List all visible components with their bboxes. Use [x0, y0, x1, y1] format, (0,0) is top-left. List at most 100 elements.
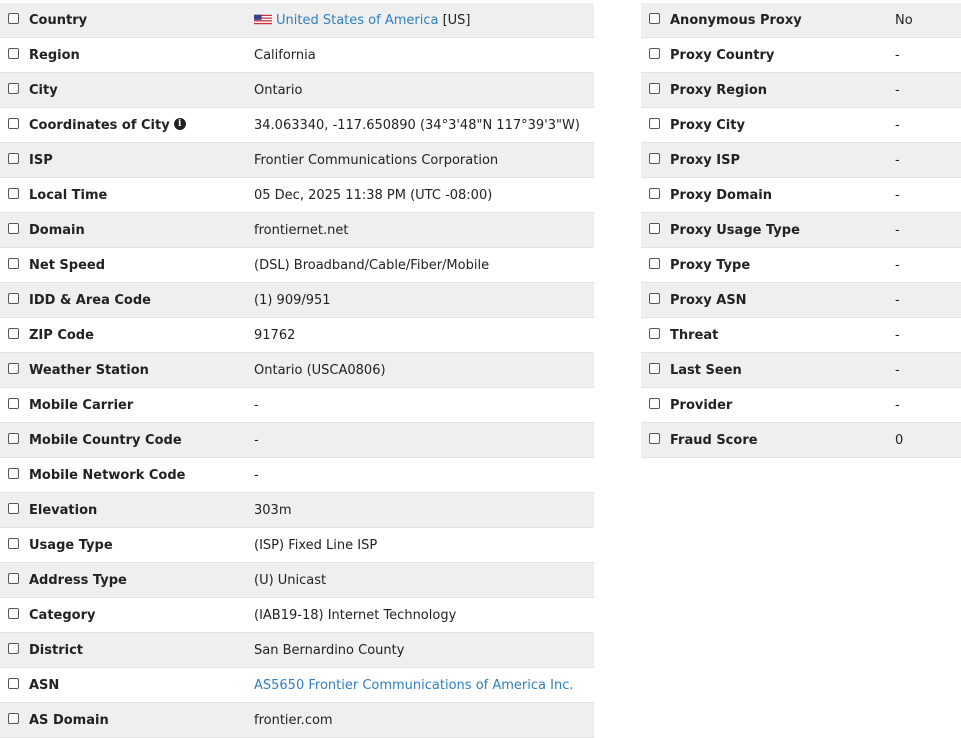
country-checkbox[interactable]	[8, 12, 19, 24]
row-value-text: -	[254, 467, 259, 483]
row-label-text: ZIP Code	[29, 327, 94, 343]
table-row-mobile-network-code: Mobile Network Code -	[0, 458, 594, 493]
usage-type-checkbox[interactable]	[8, 537, 19, 549]
table-row-address-type: Address Type (U) Unicast	[0, 563, 594, 598]
info-icon[interactable]: i	[173, 118, 186, 130]
table-row-district: District San Bernardino County	[0, 633, 594, 668]
row-value: (1) 909/951	[254, 293, 331, 308]
last-seen-checkbox[interactable]	[649, 362, 660, 374]
idd-area-code-checkbox[interactable]	[8, 292, 19, 304]
table-row-coordinates-of-city: Coordinates of City i 34.063340, -117.6508…	[0, 108, 594, 143]
threat-checkbox[interactable]	[649, 327, 660, 339]
table-row-weather-station: Weather Station Ontario (USCA0806)	[0, 353, 594, 388]
row-value-text: Frontier Communications Corporation	[254, 152, 499, 168]
provider-checkbox[interactable]	[649, 397, 660, 409]
proxy-asn-checkbox[interactable]	[649, 292, 660, 304]
table-row-as-domain: AS Domain frontier.com	[0, 703, 594, 738]
row-label: ISP	[29, 153, 254, 168]
row-value-text: -	[895, 257, 900, 273]
row-label-text: Last Seen	[670, 362, 742, 378]
proxy-city-checkbox[interactable]	[649, 117, 660, 129]
mobile-network-code-checkbox[interactable]	[8, 467, 19, 479]
proxy-type-checkbox[interactable]	[649, 257, 660, 269]
row-label-text: Category	[29, 607, 96, 623]
proxy-isp-checkbox[interactable]	[649, 152, 660, 164]
row-label: Proxy Type	[670, 258, 895, 273]
row-value-text: -	[895, 362, 900, 378]
row-value-text: -	[895, 292, 900, 308]
row-label-text: Coordinates of City	[29, 117, 170, 133]
row-value-text: frontier.com	[254, 712, 333, 728]
category-checkbox[interactable]	[8, 607, 19, 619]
row-value: frontier.com	[254, 713, 333, 728]
table-row-elevation: Elevation 303m	[0, 493, 594, 528]
row-label-text: Domain	[29, 222, 85, 238]
table-row-proxy-isp: Proxy ISP -	[641, 143, 961, 178]
row-value: -	[895, 83, 900, 98]
asn-checkbox[interactable]	[8, 677, 19, 689]
row-label: Region	[29, 48, 254, 63]
row-label: Proxy Country	[670, 48, 895, 63]
table-row-zip-code: ZIP Code 91762	[0, 318, 594, 353]
table-row-proxy-asn: Proxy ASN -	[641, 283, 961, 318]
row-label-text: Threat	[670, 327, 719, 343]
row-label: Mobile Carrier	[29, 398, 254, 413]
row-value: Ontario	[254, 83, 302, 98]
proxy-domain-checkbox[interactable]	[649, 187, 660, 199]
row-label-text: Fraud Score	[670, 432, 758, 448]
row-label: Weather Station	[29, 363, 254, 378]
city-checkbox[interactable]	[8, 82, 19, 94]
row-value-text: (U) Unicast	[254, 572, 327, 588]
row-value: -	[895, 363, 900, 378]
row-value-text: (1) 909/951	[254, 292, 331, 308]
coordinates-of-city-checkbox[interactable]	[8, 117, 19, 129]
table-row-proxy-region: Proxy Region -	[641, 73, 961, 108]
row-value-text: 303m	[254, 502, 292, 518]
row-value: No	[895, 13, 913, 28]
asn-link[interactable]: AS5650 Frontier Communications of Americ…	[254, 678, 573, 693]
domain-checkbox[interactable]	[8, 222, 19, 234]
table-row-asn: ASN AS5650 Frontier Communications of Ame…	[0, 668, 594, 703]
row-label-text: Net Speed	[29, 257, 106, 273]
proxy-usage-type-checkbox[interactable]	[649, 222, 660, 234]
mobile-country-code-checkbox[interactable]	[8, 432, 19, 444]
address-type-checkbox[interactable]	[8, 572, 19, 584]
region-checkbox[interactable]	[8, 47, 19, 59]
row-value: -	[254, 398, 259, 413]
weather-station-checkbox[interactable]	[8, 362, 19, 374]
net-speed-checkbox[interactable]	[8, 257, 19, 269]
row-value-suffix: [US]	[438, 12, 471, 28]
proxy-region-checkbox[interactable]	[649, 82, 660, 94]
row-value: -	[895, 293, 900, 308]
anonymous-proxy-checkbox[interactable]	[649, 12, 660, 24]
row-value: -	[895, 118, 900, 133]
table-row-fraud-score: Fraud Score 0	[641, 423, 961, 458]
row-value: -	[895, 258, 900, 273]
table-row-usage-type: Usage Type (ISP) Fixed Line ISP	[0, 528, 594, 563]
country-link[interactable]: United States of America	[276, 13, 438, 28]
table-row-domain: Domain frontiernet.net	[0, 213, 594, 248]
row-value: San Bernardino County	[254, 643, 404, 658]
row-value-text: California	[254, 47, 316, 63]
row-value-text: -	[895, 47, 900, 63]
isp-checkbox[interactable]	[8, 152, 19, 164]
elevation-checkbox[interactable]	[8, 502, 19, 514]
proxy-country-checkbox[interactable]	[649, 47, 660, 59]
mobile-carrier-checkbox[interactable]	[8, 397, 19, 409]
row-label-text: Proxy ASN	[670, 292, 747, 308]
fraud-score-checkbox[interactable]	[649, 432, 660, 444]
row-label-text: Local Time	[29, 187, 108, 203]
row-value: -	[895, 188, 900, 203]
zip-code-checkbox[interactable]	[8, 327, 19, 339]
row-label: Mobile Country Code	[29, 433, 254, 448]
district-checkbox[interactable]	[8, 642, 19, 654]
row-label: Last Seen	[670, 363, 895, 378]
row-label-text: City	[29, 82, 58, 98]
as-domain-checkbox[interactable]	[8, 712, 19, 724]
row-value: 05 Dec, 2025 11:38 PM (UTC -08:00)	[254, 188, 492, 203]
table-row-city: City Ontario	[0, 73, 594, 108]
row-label: Net Speed	[29, 258, 254, 273]
row-value: frontiernet.net	[254, 223, 348, 238]
local-time-checkbox[interactable]	[8, 187, 19, 199]
table-row-idd-area-code: IDD & Area Code (1) 909/951	[0, 283, 594, 318]
